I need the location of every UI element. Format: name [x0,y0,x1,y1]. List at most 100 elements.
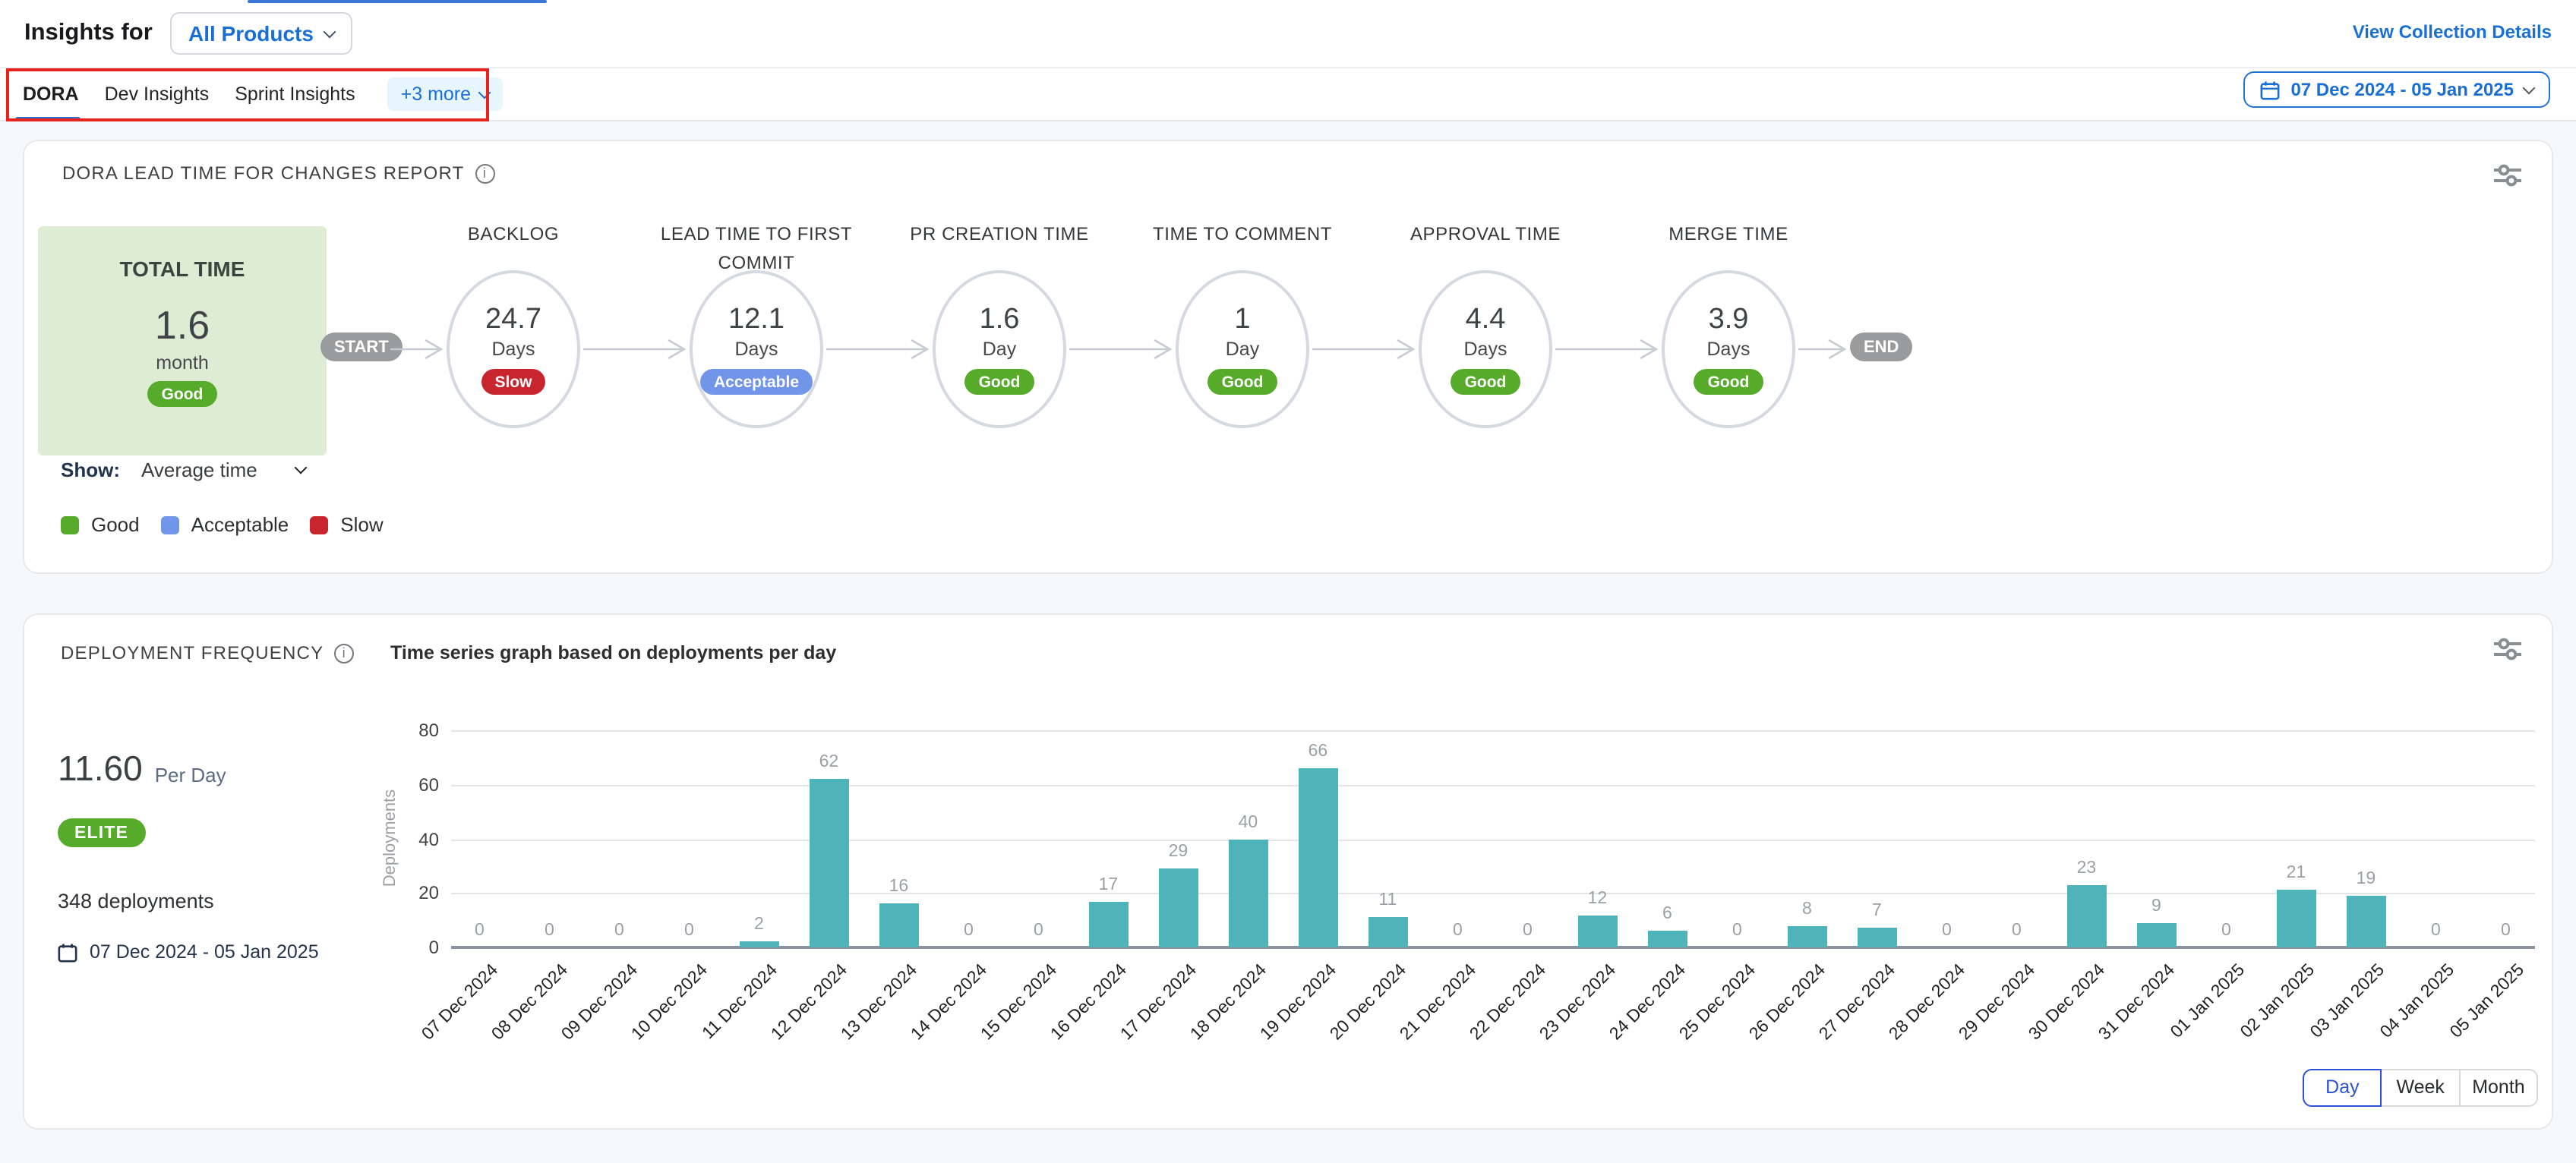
bar-value-label: 19 [2332,870,2399,888]
stage-unit: Days [1707,339,1750,360]
bar-value-label: 23 [2053,859,2120,878]
deployment-bar [809,779,848,947]
chevron-down-icon [295,462,308,474]
stage-circle: 1DayGood [1176,270,1309,428]
bar-value-label: 0 [2472,922,2539,940]
stage-unit: Days [1464,339,1507,360]
x-axis-tick-label: 13 Dec 2024 [779,961,921,1103]
deployment-bar [1577,915,1617,947]
legend-item: Slow [310,513,383,536]
total-time-label: TOTAL TIME [38,257,327,281]
bar-value-label: 9 [2123,897,2189,916]
performance-tier-badge: ELITE [58,818,145,847]
stage-name: BACKLOG [399,220,627,248]
show-metric-dropdown[interactable]: Show: Average time [61,459,306,481]
product-selector-dropdown[interactable]: All Products [170,12,353,55]
calendar-icon [58,942,77,962]
stage-value: 12.1 [728,304,784,337]
deployment-bar [1298,768,1337,947]
stage-status-badge: Good [1451,369,1520,395]
gridline [451,839,2535,840]
more-tabs-dropdown[interactable]: +3 more [387,77,503,111]
bar-value-label: 0 [516,922,582,940]
deployment-card-title: DEPLOYMENT FREQUENCY i [61,642,354,663]
info-icon[interactable]: i [475,163,494,183]
stage-circle: 1.6DayGood [933,270,1066,428]
view-collection-details-link[interactable]: View Collection Details [2353,21,2552,43]
stage-unit: Days [492,339,535,360]
bar-value-label: 6 [1634,906,1700,924]
granularity-day-button[interactable]: Day [2303,1069,2382,1106]
x-axis-tick-label: 22 Dec 2024 [1408,961,1550,1103]
gridline [451,730,2535,732]
x-axis-tick-label: 10 Dec 2024 [570,961,712,1103]
chevron-down-icon [2523,81,2536,94]
bar-value-label: 0 [1005,922,1072,940]
date-range-value: 07 Dec 2024 - 05 Jan 2025 [2290,79,2514,100]
bar-value-label: 0 [586,922,652,940]
bar-value-label: 0 [655,922,722,940]
bar-value-label: 0 [2402,922,2469,940]
flow-arrow [583,337,687,361]
status-legend: GoodAcceptableSlow [61,513,384,536]
stage-value: 4.4 [1466,304,1506,337]
product-selector-value: All Products [188,21,314,46]
deployment-bar [2136,923,2176,947]
y-axis-tick: 80 [378,720,439,741]
bar-value-label: 29 [1144,843,1211,861]
x-axis-tick-label: 02 Jan 2025 [2177,961,2319,1103]
x-axis-tick-label: 30 Dec 2024 [1967,961,2109,1103]
deployment-title-text: DEPLOYMENT FREQUENCY [61,642,324,663]
flow-arrow [826,337,930,361]
stage-circle: 4.4Days Good [1419,270,1552,428]
stage-unit: Day [983,339,1016,360]
x-axis-tick-label: 23 Dec 2024 [1478,961,1620,1103]
date-range-picker[interactable]: 07 Dec 2024 - 05 Jan 2025 [2243,71,2550,108]
flow-arrow [1555,337,1659,361]
bar-value-label: 40 [1214,813,1281,831]
deployment-rate-value: 11.60 [58,749,143,790]
top-bar: Insights for All Products View Collectio… [0,0,2576,67]
granularity-month-button[interactable]: Month [2459,1069,2539,1106]
page-title: Insights for [24,20,153,47]
info-icon[interactable]: i [334,643,354,663]
deployment-bar [2066,885,2106,947]
tab-dora[interactable]: DORA [23,84,79,105]
bar-value-label: 21 [2262,865,2329,883]
legend-item: Acceptable [161,513,289,536]
granularity-week-button[interactable]: Week [2381,1069,2461,1106]
flow-arrow [1069,337,1173,361]
stage-circle: 12.1DaysAcceptable [690,270,823,428]
bar-value-label: 0 [1703,922,1770,940]
flow-end-pill: END [1850,333,1912,361]
chart-settings-icon[interactable] [2494,164,2521,194]
bar-value-label: 0 [446,922,513,940]
show-label: Show: [61,459,120,481]
bar-value-label: 2 [725,916,792,934]
bar-value-label: 11 [1354,892,1421,910]
deployment-bar [1647,931,1687,947]
chart-settings-icon[interactable] [2494,638,2521,668]
total-time-status-badge: Good [148,381,217,407]
y-axis-tick: 40 [378,828,439,849]
stage-name: TIME TO COMMENT [1129,220,1356,248]
bar-value-label: 0 [1913,922,1980,940]
stage-status-badge: Good [965,369,1034,395]
tab-dev-insights[interactable]: Dev Insights [105,84,210,105]
tab-sprint-insights[interactable]: Sprint Insights [235,84,355,105]
x-axis-tick-label: 24 Dec 2024 [1548,961,1690,1103]
y-axis-tick: 20 [378,883,439,904]
gridline [451,785,2535,786]
x-axis-tick-label: 08 Dec 2024 [430,961,572,1103]
x-axis-tick-label: 28 Dec 2024 [1827,961,1969,1103]
x-axis-tick-label: 19 Dec 2024 [1198,961,1340,1103]
total-time-value: 1.6 [38,302,327,349]
stage-value: 3.9 [1709,304,1749,337]
tab-bar: DORA Dev Insights Sprint Insights +3 mor… [0,67,2576,121]
stage-status-badge: Acceptable [700,369,813,395]
legend-label: Slow [340,513,383,536]
legend-swatch [61,515,79,534]
active-tab-underline [15,117,80,121]
chevron-down-icon [324,25,336,38]
deployment-date-range-value: 07 Dec 2024 - 05 Jan 2025 [90,941,319,963]
